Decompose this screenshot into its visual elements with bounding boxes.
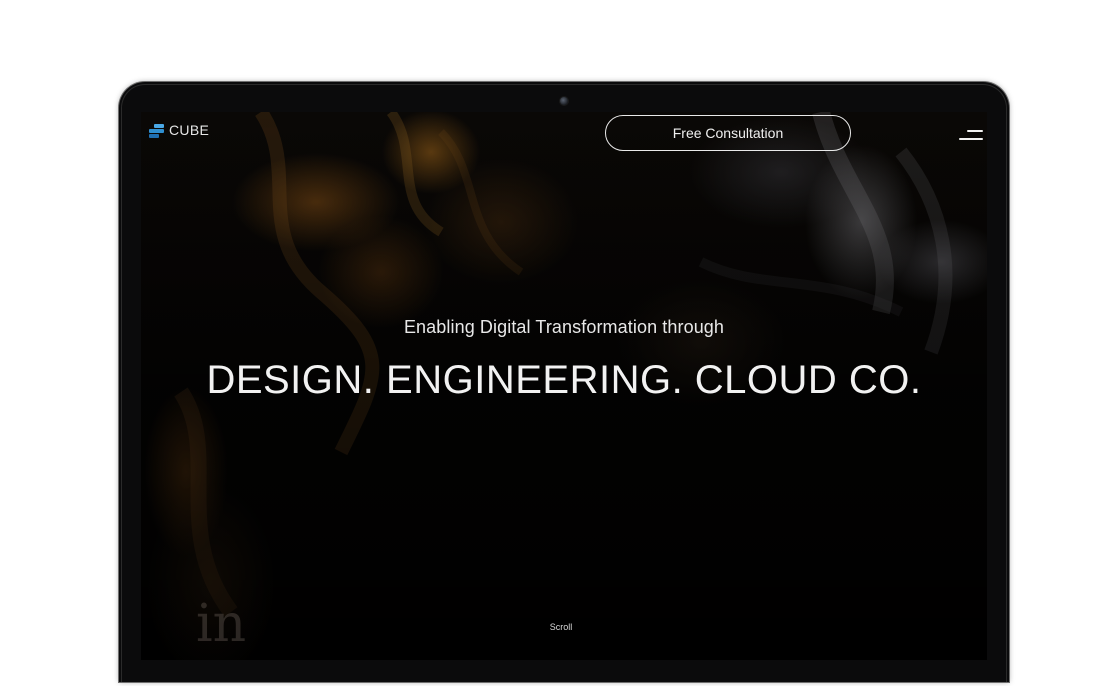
hamburger-menu-icon[interactable] [959, 128, 985, 144]
free-consultation-button[interactable]: Free Consultation [605, 115, 851, 151]
hero-title: DESIGN. ENGINEERING. CLOUD CO. [206, 358, 922, 402]
mockup-stage: in CUBE Free Consultation Enabling Digit… [0, 0, 1108, 686]
camera-icon [560, 97, 568, 105]
stacked-bars-logo-icon [149, 123, 164, 138]
brand-logo[interactable]: CUBE [149, 122, 209, 138]
website-screen: in CUBE Free Consultation Enabling Digit… [141, 112, 987, 660]
laptop-bezel: in CUBE Free Consultation Enabling Digit… [119, 82, 1009, 682]
brand-name: CUBE [169, 122, 210, 138]
hero-subtitle: Enabling Digital Transformation through [403, 317, 725, 337]
scroll-indicator[interactable]: Scroll [141, 622, 981, 632]
